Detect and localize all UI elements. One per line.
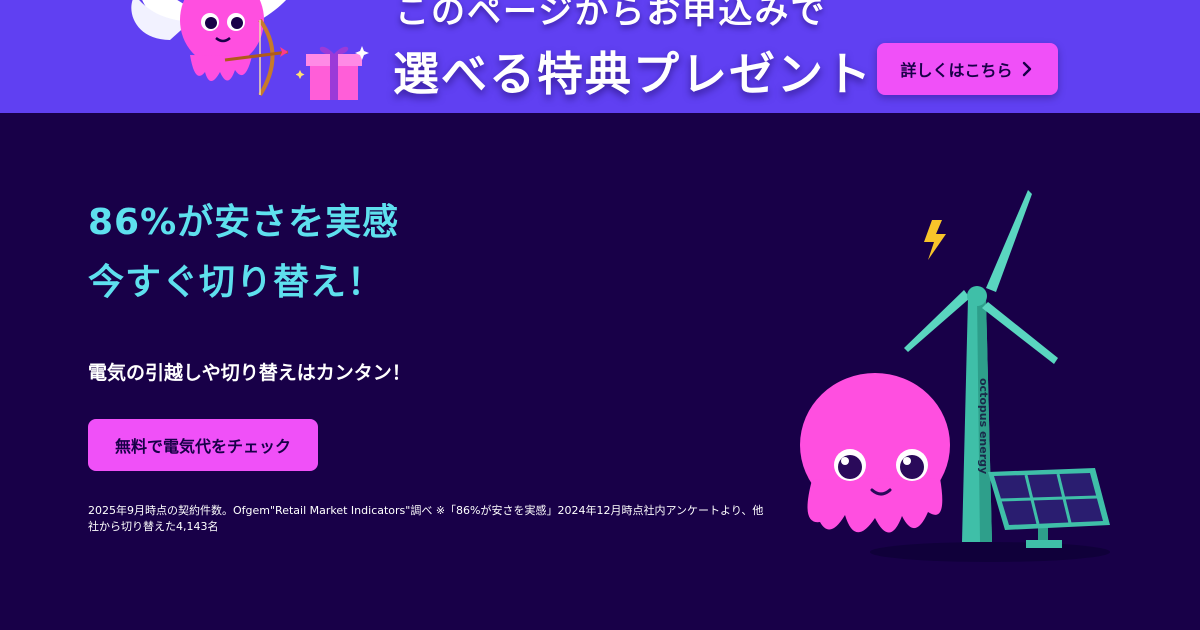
check-price-button[interactable]: 無料で電気代をチェック	[88, 419, 318, 471]
hero-headline-line2: 今すぐ切り替え！	[88, 262, 385, 303]
hero-headline: 86%が安さを実感 今すぐ切り替え！	[88, 193, 399, 313]
details-button-label: 詳しくはこちら	[900, 61, 1013, 80]
hero-headline-line1: 86%が安さを実感	[88, 202, 400, 243]
solar-panel-icon	[988, 468, 1110, 548]
hero-illustration: octopus energy	[800, 190, 1110, 562]
banner-heading-line1: このページからお申込みで	[395, 0, 827, 32]
footnote: 2025年9月時点の契約件数。Ofgem"Retail Market Indic…	[88, 504, 764, 533]
octopus-mascot-icon	[800, 373, 950, 533]
check-price-button-label: 無料で電気代をチェック	[114, 437, 291, 456]
lightning-icon	[924, 220, 946, 260]
banner-heading-line2: 選べる特典プレゼント	[393, 47, 873, 101]
turbine-brand-label: octopus energy	[977, 378, 990, 474]
promo-banner: このページからお申込みで 選べる特典プレゼント 詳しくはこちら	[0, 0, 1200, 113]
chevron-right-icon	[1022, 61, 1031, 77]
gift-box-icon	[296, 46, 369, 100]
hero-subhead: 電気の引越しや切り替えはカンタン！	[88, 362, 411, 384]
details-button[interactable]: 詳しくはこちら	[877, 43, 1058, 95]
cupid-octopus-icon	[131, 0, 289, 97]
